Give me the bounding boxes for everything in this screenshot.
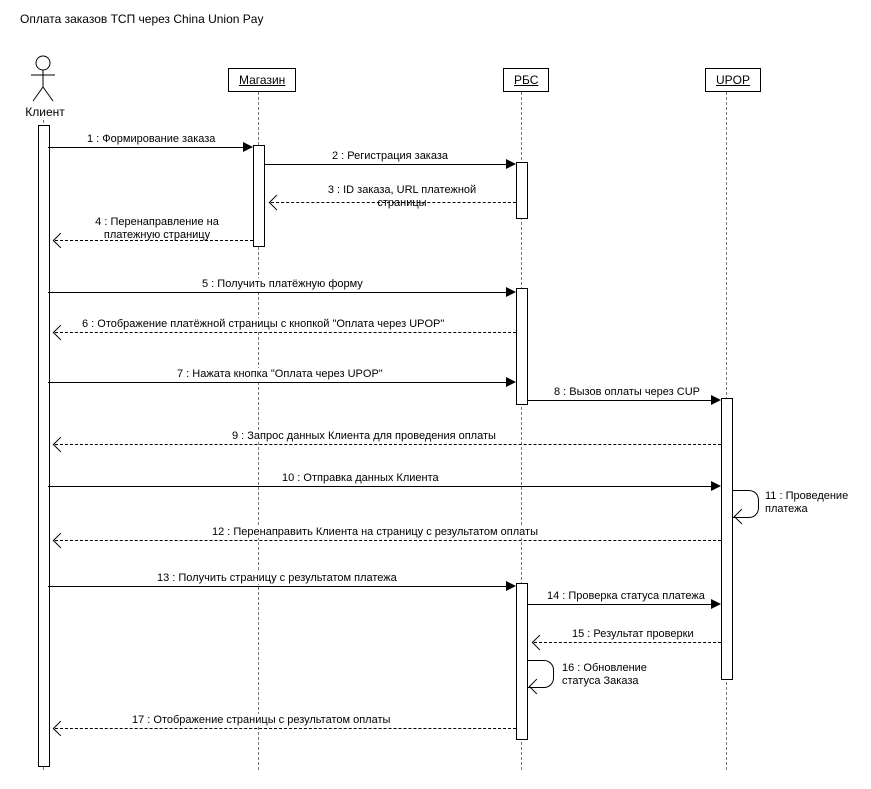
actor-client-icon — [28, 55, 58, 103]
msg-17-line — [55, 728, 516, 729]
msg-6-line — [55, 332, 516, 333]
msg-4-line — [55, 240, 253, 241]
msg-9-label: 9 : Запрос данных Клиента для проведения… — [230, 430, 498, 442]
msg-14-label: 14 : Проверка статуса платежа — [545, 590, 707, 602]
msg-3-label: 3 : ID заказа, URL платежной страницы — [310, 184, 494, 210]
msg-8-line — [527, 400, 716, 401]
msg-4-label: 4 : Перенаправление на платежную страниц… — [75, 216, 239, 242]
msg-1-line — [48, 147, 248, 148]
activation-rbs-1 — [516, 162, 528, 219]
msg-2-head — [506, 159, 516, 169]
msg-5-head — [506, 287, 516, 297]
actor-client-label: Клиент — [20, 105, 70, 119]
msg-13-label: 13 : Получить страницу с результатом пла… — [155, 572, 399, 584]
activation-shop-1 — [253, 145, 265, 247]
diagram-title: Оплата заказов ТСП через China Union Pay — [20, 12, 263, 26]
participant-upop: UPOP — [705, 68, 761, 92]
msg-9-line — [55, 444, 721, 445]
participant-shop: Магазин — [228, 68, 296, 92]
msg-10-head — [711, 481, 721, 491]
msg-6-label: 6 : Отображение платёжной страницы с кно… — [80, 318, 446, 330]
msg-8-label: 8 : Вызов оплаты через CUP — [552, 386, 702, 398]
sequence-diagram: Оплата заказов ТСП через China Union Pay… — [0, 0, 871, 789]
msg-10-label: 10 : Отправка данных Клиента — [280, 472, 441, 484]
activation-rbs-2 — [516, 288, 528, 405]
msg-2-line — [264, 164, 511, 165]
msg-3-line — [271, 202, 516, 203]
activation-client — [38, 125, 50, 767]
msg-14-line — [527, 604, 716, 605]
msg-17-label: 17 : Отображение страницы с результатом … — [130, 714, 392, 726]
msg-5-line — [48, 292, 511, 293]
activation-upop-1 — [721, 398, 733, 680]
msg-12-label: 12 : Перенаправить Клиента на страницу с… — [210, 526, 540, 538]
msg-5-label: 5 : Получить платёжную форму — [200, 278, 365, 290]
msg-7-line — [48, 382, 511, 383]
msg-1-label: 1 : Формирование заказа — [85, 133, 217, 145]
msg-1-head — [243, 142, 253, 152]
participant-rbs: РБС — [503, 68, 549, 92]
msg-12-line — [55, 540, 721, 541]
msg-16-label: 16 : Обновление статуса Заказа — [560, 662, 684, 688]
msg-10-line — [48, 486, 716, 487]
msg-7-head — [506, 377, 516, 387]
msg-15-label: 15 : Результат проверки — [570, 628, 696, 640]
msg-7-label: 7 : Нажата кнопка "Оплата через UPOP" — [175, 368, 385, 380]
msg-8-head — [711, 395, 721, 405]
msg-15-line — [534, 642, 721, 643]
msg-2-label: 2 : Регистрация заказа — [330, 150, 450, 162]
msg-14-head — [711, 599, 721, 609]
msg-11-label: 11 : Проведение платежа — [763, 490, 867, 516]
msg-13-head — [506, 581, 516, 591]
msg-13-line — [48, 586, 511, 587]
